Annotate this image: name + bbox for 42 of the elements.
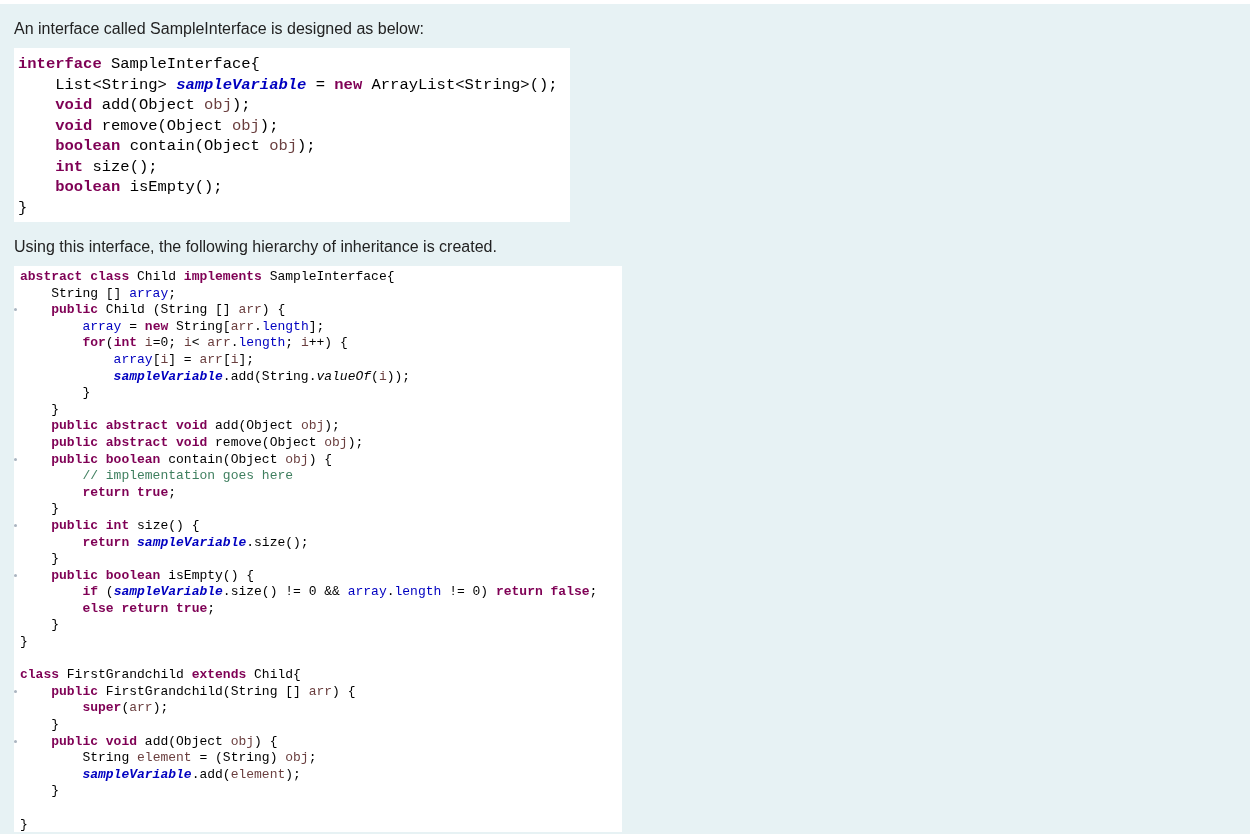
code-line: if (sampleVariable.size() != 0 && array.length != 0) return false; bbox=[81, 584, 598, 600]
code-line: String [] array; bbox=[50, 285, 177, 301]
code-line: } bbox=[50, 401, 59, 417]
code-line: boolean contain(Object obj); bbox=[54, 137, 316, 155]
code-line: } bbox=[50, 783, 59, 799]
code-line: return sampleVariable.size(); bbox=[81, 534, 309, 550]
code-line: public int size() { bbox=[50, 517, 200, 533]
code-line: array[i] = arr[i]; bbox=[112, 351, 255, 367]
code-line: abstract class Child implements SampleInterface{ bbox=[20, 269, 395, 284]
code-line: } bbox=[50, 551, 59, 567]
code-line: } bbox=[50, 501, 59, 517]
code-line: } bbox=[50, 617, 59, 633]
code-line: public abstract void add(Object obj); bbox=[50, 418, 340, 434]
code-line: List<String> sampleVariable = new ArrayList<String>(); bbox=[54, 75, 558, 94]
code-line: return true; bbox=[81, 484, 177, 500]
paragraph: Using this interface, the following hierarchy of inheritance is created. bbox=[14, 237, 497, 257]
code-line: sampleVariable.add(element); bbox=[81, 766, 301, 782]
code-line: public boolean contain(Object obj) { bbox=[50, 451, 333, 467]
code-line: } bbox=[20, 634, 28, 650]
code-line: public boolean isEmpty() { bbox=[50, 567, 255, 583]
code-line: void add(Object obj); bbox=[54, 96, 251, 114]
code-line: sampleVariable.add(String.valueOf(i)); bbox=[112, 368, 411, 384]
code-line: public void add(Object obj) { bbox=[50, 733, 278, 749]
code-line: public FirstGrandchild(String [] arr) { bbox=[50, 683, 356, 699]
code-line: boolean isEmpty(); bbox=[54, 178, 223, 196]
code-line: for(int i=0; i< arr.length; i++) { bbox=[81, 335, 348, 351]
code-line: } bbox=[50, 717, 59, 733]
code-line: String element = (String) obj; bbox=[81, 750, 317, 766]
code-line: void remove(Object obj); bbox=[54, 116, 279, 135]
code-line: } bbox=[20, 816, 28, 832]
code-line: // implementation goes here bbox=[81, 468, 294, 484]
code-line: } bbox=[18, 198, 28, 217]
code-line: public abstract void remove(Object obj); bbox=[50, 434, 364, 450]
code-line: interface SampleInterface{ bbox=[18, 55, 260, 73]
paragraph: An interface called SampleInterface is designed as below: bbox=[14, 19, 424, 39]
code-line: int size(); bbox=[54, 157, 158, 176]
code-line: public Child (String [] arr) { bbox=[50, 302, 286, 318]
code-line: } bbox=[81, 385, 91, 401]
code-line: array = new String[arr.length]; bbox=[81, 318, 325, 334]
code-line: class FirstGrandchild extends Child{ bbox=[20, 667, 301, 683]
code-line: super(arr); bbox=[81, 700, 169, 716]
code-line: else return true; bbox=[81, 600, 216, 616]
